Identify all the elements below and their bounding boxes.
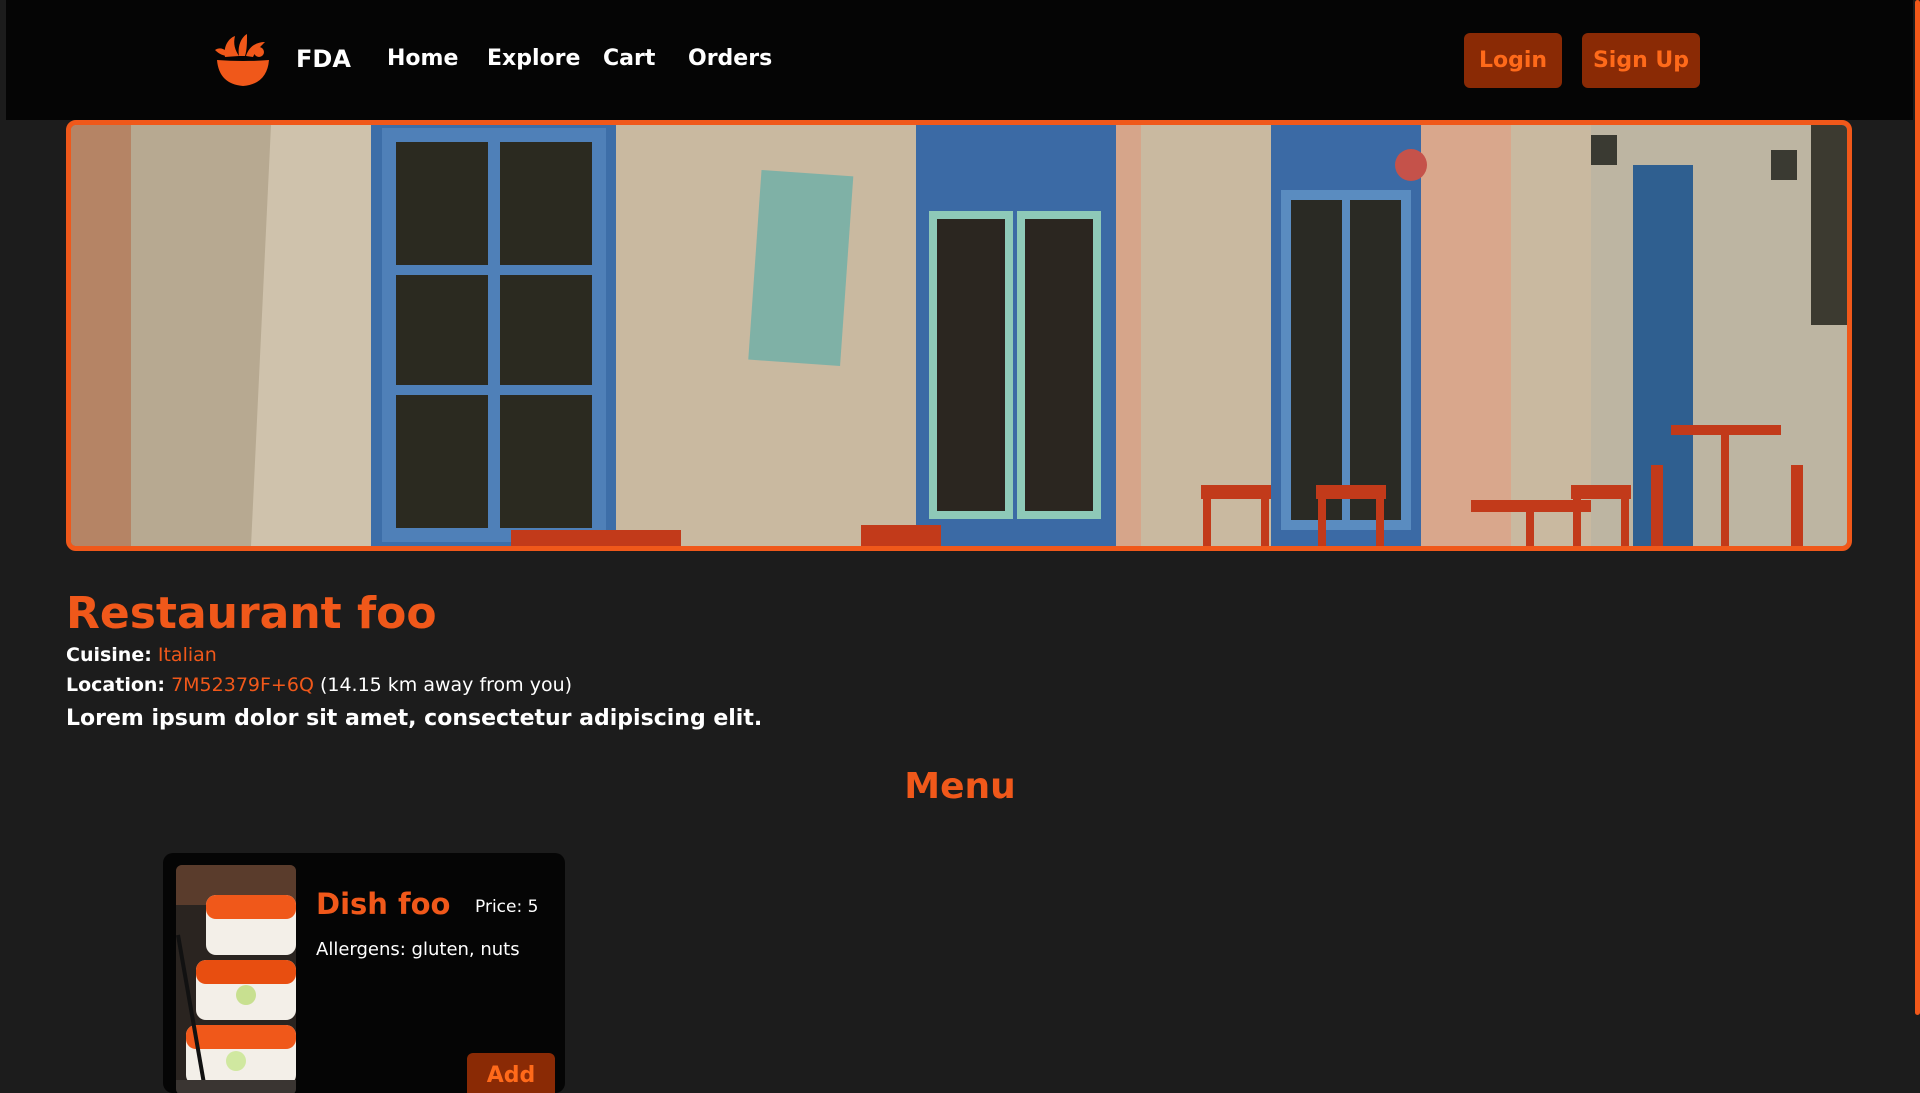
dish-image — [176, 865, 296, 1093]
location-line: Location: 7M52379F+6Q (14.15 km away fro… — [66, 674, 572, 696]
restaurant-banner-image — [66, 120, 1852, 551]
sushi-roll-illustration — [176, 865, 296, 1093]
restaurant-description: Lorem ipsum dolor sit amet, consectetur … — [66, 706, 763, 731]
cuisine-value: Italian — [157, 644, 217, 666]
login-button[interactable]: Login — [1464, 33, 1562, 88]
nav-home[interactable]: Home — [387, 46, 458, 71]
menu-heading: Menu — [904, 766, 1016, 807]
dish-card: Dish foo Price: 5 Allergens: gluten, nut… — [163, 853, 565, 1093]
nav-explore[interactable]: Explore — [487, 46, 580, 71]
location-code-link[interactable]: 7M52379F+6Q — [171, 674, 314, 696]
location-distance: (14.15 km away from you) — [319, 674, 573, 696]
brand-name[interactable]: FDA — [296, 45, 351, 73]
location-label: Location: — [66, 674, 166, 696]
restaurant-title: Restaurant foo — [66, 588, 437, 639]
scrollbar-thumb[interactable] — [1915, 0, 1920, 1015]
cuisine-label: Cuisine: — [66, 644, 152, 666]
dish-allergens: Allergens: gluten, nuts — [316, 939, 520, 960]
dish-price: Price: 5 — [475, 897, 539, 917]
food-bowl-icon[interactable] — [213, 32, 273, 88]
navbar: FDA Home Explore Cart Orders Login Sign … — [6, 0, 1913, 120]
nav-cart[interactable]: Cart — [603, 46, 655, 71]
dish-name: Dish foo — [316, 887, 451, 921]
cuisine-line: Cuisine: Italian — [66, 644, 217, 666]
signup-button[interactable]: Sign Up — [1582, 33, 1700, 88]
add-to-cart-button[interactable]: Add — [467, 1053, 555, 1093]
cafe-facade-illustration — [71, 125, 1847, 546]
nav-orders[interactable]: Orders — [688, 46, 772, 71]
